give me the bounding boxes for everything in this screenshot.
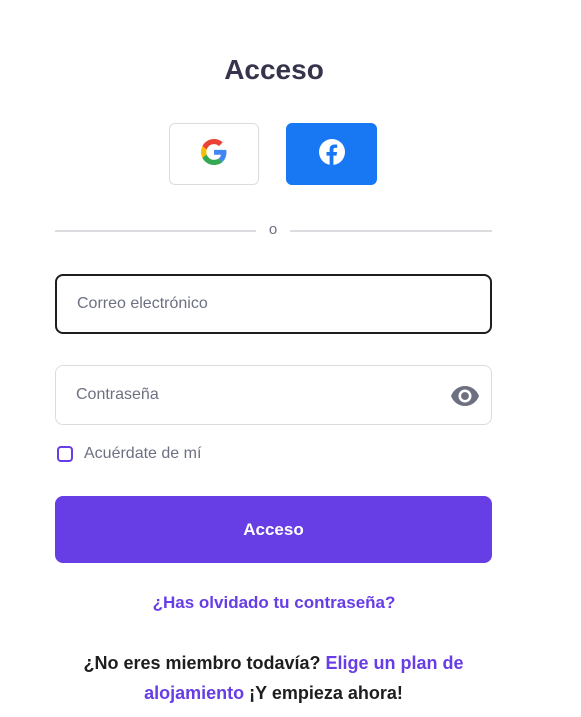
page-title: Acceso — [224, 54, 324, 85]
remember-me-label: Acuérdate de mí — [84, 445, 202, 462]
divider-line-right — [290, 230, 492, 232]
facebook-login-button[interactable] — [286, 123, 377, 185]
signup-suffix: ¡Y empieza ahora! — [249, 683, 403, 703]
google-icon — [201, 138, 227, 170]
or-divider: o — [55, 218, 492, 242]
eye-icon[interactable] — [451, 383, 479, 409]
password-field[interactable] — [56, 366, 491, 424]
remember-me-checkbox[interactable] — [57, 446, 73, 462]
email-field[interactable] — [57, 276, 490, 332]
signup-prefix: ¿No eres miembro todavía? — [83, 653, 321, 673]
login-page: Acceso o Correo electrónico Acuérdate de… — [0, 0, 581, 717]
forgot-password-link[interactable]: ¿Has olvidado tu contraseña? — [0, 593, 548, 613]
login-button[interactable]: Acceso — [55, 496, 492, 563]
signup-prompt: ¿No eres miembro todavía? Elige un plan … — [55, 648, 492, 708]
password-field-wrapper — [55, 365, 492, 425]
divider-line-left — [55, 230, 256, 232]
google-login-button[interactable] — [169, 123, 259, 185]
divider-text: o — [268, 221, 278, 238]
email-field-wrapper — [55, 274, 492, 334]
facebook-icon — [318, 138, 345, 170]
remember-me: Acuérdate de mí — [55, 443, 201, 465]
